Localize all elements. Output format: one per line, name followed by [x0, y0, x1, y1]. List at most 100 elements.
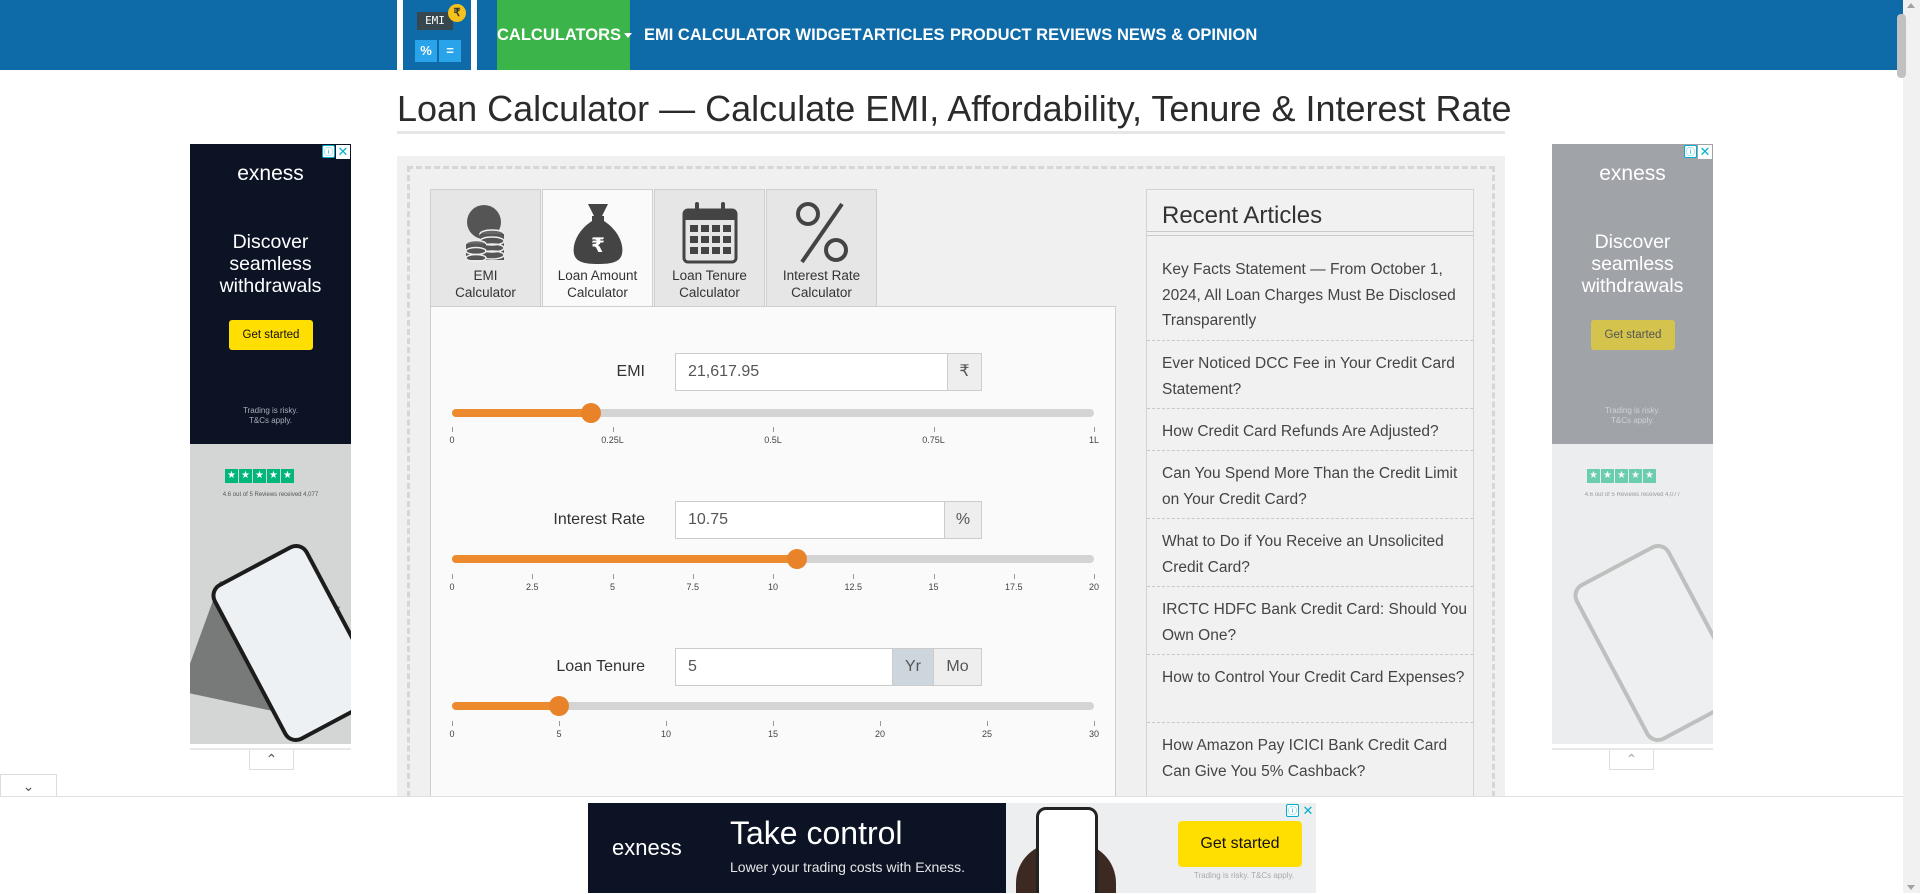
tab-label-line2: Calculator: [679, 284, 740, 300]
slider-tick-label: 15: [767, 729, 779, 739]
site-logo[interactable]: EMI ₹ % =: [397, 0, 477, 79]
chevron-up-icon[interactable]: ⌃: [1609, 750, 1654, 770]
ad-close-icon[interactable]: ✕: [336, 145, 350, 159]
slider-tick: [452, 721, 453, 726]
interest-rate-slider-scale: 0 2.5 5 7.5 10 12.5 15 17.5 20: [449, 574, 1099, 594]
tab-label-line1: Loan Amount: [557, 268, 638, 283]
article-link[interactable]: How to Control Your Credit Card Expenses…: [1162, 665, 1467, 691]
article-divider: [1147, 518, 1473, 519]
article-link[interactable]: IRCTC HDFC Bank Credit Card: Should You …: [1162, 597, 1467, 648]
nav-articles[interactable]: ARTICLES: [862, 0, 945, 70]
article-link[interactable]: What to Do if You Receive an Unsolicited…: [1162, 529, 1467, 580]
chevron-down-icon[interactable]: ⌄: [0, 774, 57, 797]
slider-tick-label: 17.5: [1004, 582, 1023, 592]
article-link[interactable]: How Credit Card Refunds Are Adjusted?: [1162, 419, 1467, 445]
ad-get-started-button[interactable]: Get started: [229, 320, 313, 350]
nav-calculators-dropdown[interactable]: CALCULATORS: [497, 0, 633, 70]
ad-review-text: 4.6 out of 5 Reviews received 4,077: [1584, 492, 1681, 498]
slider-tick: [666, 721, 667, 726]
sidebar-title: Recent Articles: [1162, 202, 1323, 229]
tab-label-line1: EMI: [473, 268, 498, 283]
loan-tenure-slider-scale: 0 5 10 15 20 25 30: [449, 721, 1099, 741]
ad-subline: Lower your trading costs with Exness.: [730, 859, 965, 875]
article-link[interactable]: Key Facts Statement — From October 1, 20…: [1162, 257, 1467, 334]
slider-tick: [880, 721, 881, 726]
percent-icon: [795, 202, 848, 264]
left-skyscraper-ad[interactable]: exness Discover seamless withdrawals Get…: [190, 144, 351, 744]
loan-tenure-slider[interactable]: [452, 696, 1094, 716]
article-link[interactable]: How Amazon Pay ICICI Bank Credit Card Ca…: [1162, 733, 1467, 784]
tab-label-line2: Calculator: [567, 284, 628, 300]
interest-rate-slider[interactable]: [452, 549, 1094, 569]
title-underline: [397, 131, 1505, 134]
ad-brand-logo: exness: [237, 162, 304, 185]
ad-info-icon[interactable]: ⓘ: [1684, 145, 1697, 158]
emi-input[interactable]: 21,617.95: [675, 353, 948, 391]
emi-slider-handle[interactable]: [580, 403, 601, 423]
phone-image: [1568, 539, 1713, 744]
slider-tick-label: 20: [1088, 582, 1100, 592]
slider-tick: [1013, 574, 1015, 579]
slider-tick-label: 20: [874, 729, 886, 739]
tab-loan-tenure-calculator[interactable]: Loan Tenure Calculator: [654, 189, 765, 307]
article-divider: [1147, 722, 1473, 723]
ad-close-icon[interactable]: ✕: [1698, 145, 1712, 159]
ad-info-icon[interactable]: ⓘ: [1286, 804, 1299, 817]
star-rating-icon: ★ ★ ★ ★ ★: [1587, 465, 1657, 483]
percent-unit-addon: %: [944, 501, 982, 539]
ad-disclaimer-line2: T&Cs apply.: [1611, 416, 1654, 425]
nav-news-opinion[interactable]: NEWS & OPINION: [1117, 0, 1257, 70]
slider-tick-label: 7.5: [686, 582, 700, 592]
ad-get-started-button[interactable]: Get started: [1178, 821, 1302, 867]
tab-label-line1: Loan Tenure: [672, 268, 747, 283]
article-link[interactable]: Can You Spend More Than the Credit Limit…: [1162, 461, 1467, 512]
star-rating-icon: ★ ★ ★ ★ ★: [225, 465, 295, 483]
loan-tenure-input[interactable]: 5: [675, 648, 893, 686]
nav-calculators-label: CALCULATORS: [497, 26, 622, 44]
chevron-up-icon[interactable]: ⌃: [249, 750, 294, 770]
article-divider: [1147, 340, 1473, 341]
scroll-up-arrow-icon[interactable]: [1907, 3, 1915, 8]
emi-label: EMI: [616, 363, 645, 380]
slider-tick-label: 15: [928, 582, 939, 592]
caret-down-icon: [624, 33, 633, 39]
loan-tenure-slider-handle[interactable]: [549, 696, 569, 716]
slider-tick: [612, 427, 614, 432]
tab-label-line2: Calculator: [791, 284, 852, 300]
interest-rate-label: Interest Rate: [553, 511, 645, 528]
slider-tick: [1094, 721, 1095, 726]
slider-tick-label: 12.5: [844, 582, 863, 592]
scrollbar-thumb[interactable]: [1897, 14, 1906, 78]
slider-tick: [987, 721, 988, 726]
nav-emi-widget[interactable]: EMI CALCULATOR WIDGET: [644, 0, 862, 70]
tab-label-line2: Calculator: [455, 284, 516, 300]
ad-get-started-button[interactable]: Get started: [1591, 320, 1675, 350]
scroll-down-arrow-icon[interactable]: [1907, 885, 1915, 890]
right-skyscraper-ad[interactable]: exness Discover seamless withdrawals Get…: [1552, 144, 1713, 744]
slider-tick: [612, 574, 614, 579]
ad-info-icon[interactable]: ⓘ: [322, 145, 335, 158]
nav-product-reviews[interactable]: PRODUCT REVIEWS: [950, 0, 1112, 70]
tab-loan-amount-calculator[interactable]: ₹ Loan Amount Calculator: [542, 189, 653, 308]
recent-articles-sidebar: Recent Articles Key Facts Statement — Fr…: [1146, 189, 1474, 799]
interest-rate-slider-handle[interactable]: [787, 549, 808, 569]
ad-headline: Discover seamless withdrawals: [1581, 231, 1684, 297]
interest-rate-input[interactable]: 10.75: [675, 501, 945, 539]
article-link[interactable]: Ever Noticed DCC Fee in Your Credit Card…: [1162, 351, 1467, 402]
emi-slider[interactable]: [452, 403, 1094, 423]
bottom-banner-ad[interactable]: exness Take control Lower your trading c…: [588, 803, 1316, 893]
tenure-year-toggle[interactable]: Yr: [892, 648, 934, 686]
equals-key-icon: =: [439, 40, 461, 62]
page-scrollbar[interactable]: [1897, 0, 1920, 893]
slider-tick: [532, 574, 534, 579]
coin-stack-icon: [464, 205, 505, 263]
slider-tick: [933, 574, 935, 579]
ad-close-icon[interactable]: ✕: [1301, 804, 1315, 818]
slider-tick: [773, 721, 774, 726]
slider-tick: [853, 574, 855, 579]
ad-disclaimer: Trading is risky. T&Cs apply.: [1193, 871, 1295, 880]
tab-interest-rate-calculator[interactable]: Interest Rate Calculator: [766, 189, 877, 307]
slider-tick: [452, 574, 453, 579]
tenure-month-toggle[interactable]: Mo: [933, 648, 982, 686]
tab-emi-calculator[interactable]: EMI Calculator: [430, 189, 541, 307]
